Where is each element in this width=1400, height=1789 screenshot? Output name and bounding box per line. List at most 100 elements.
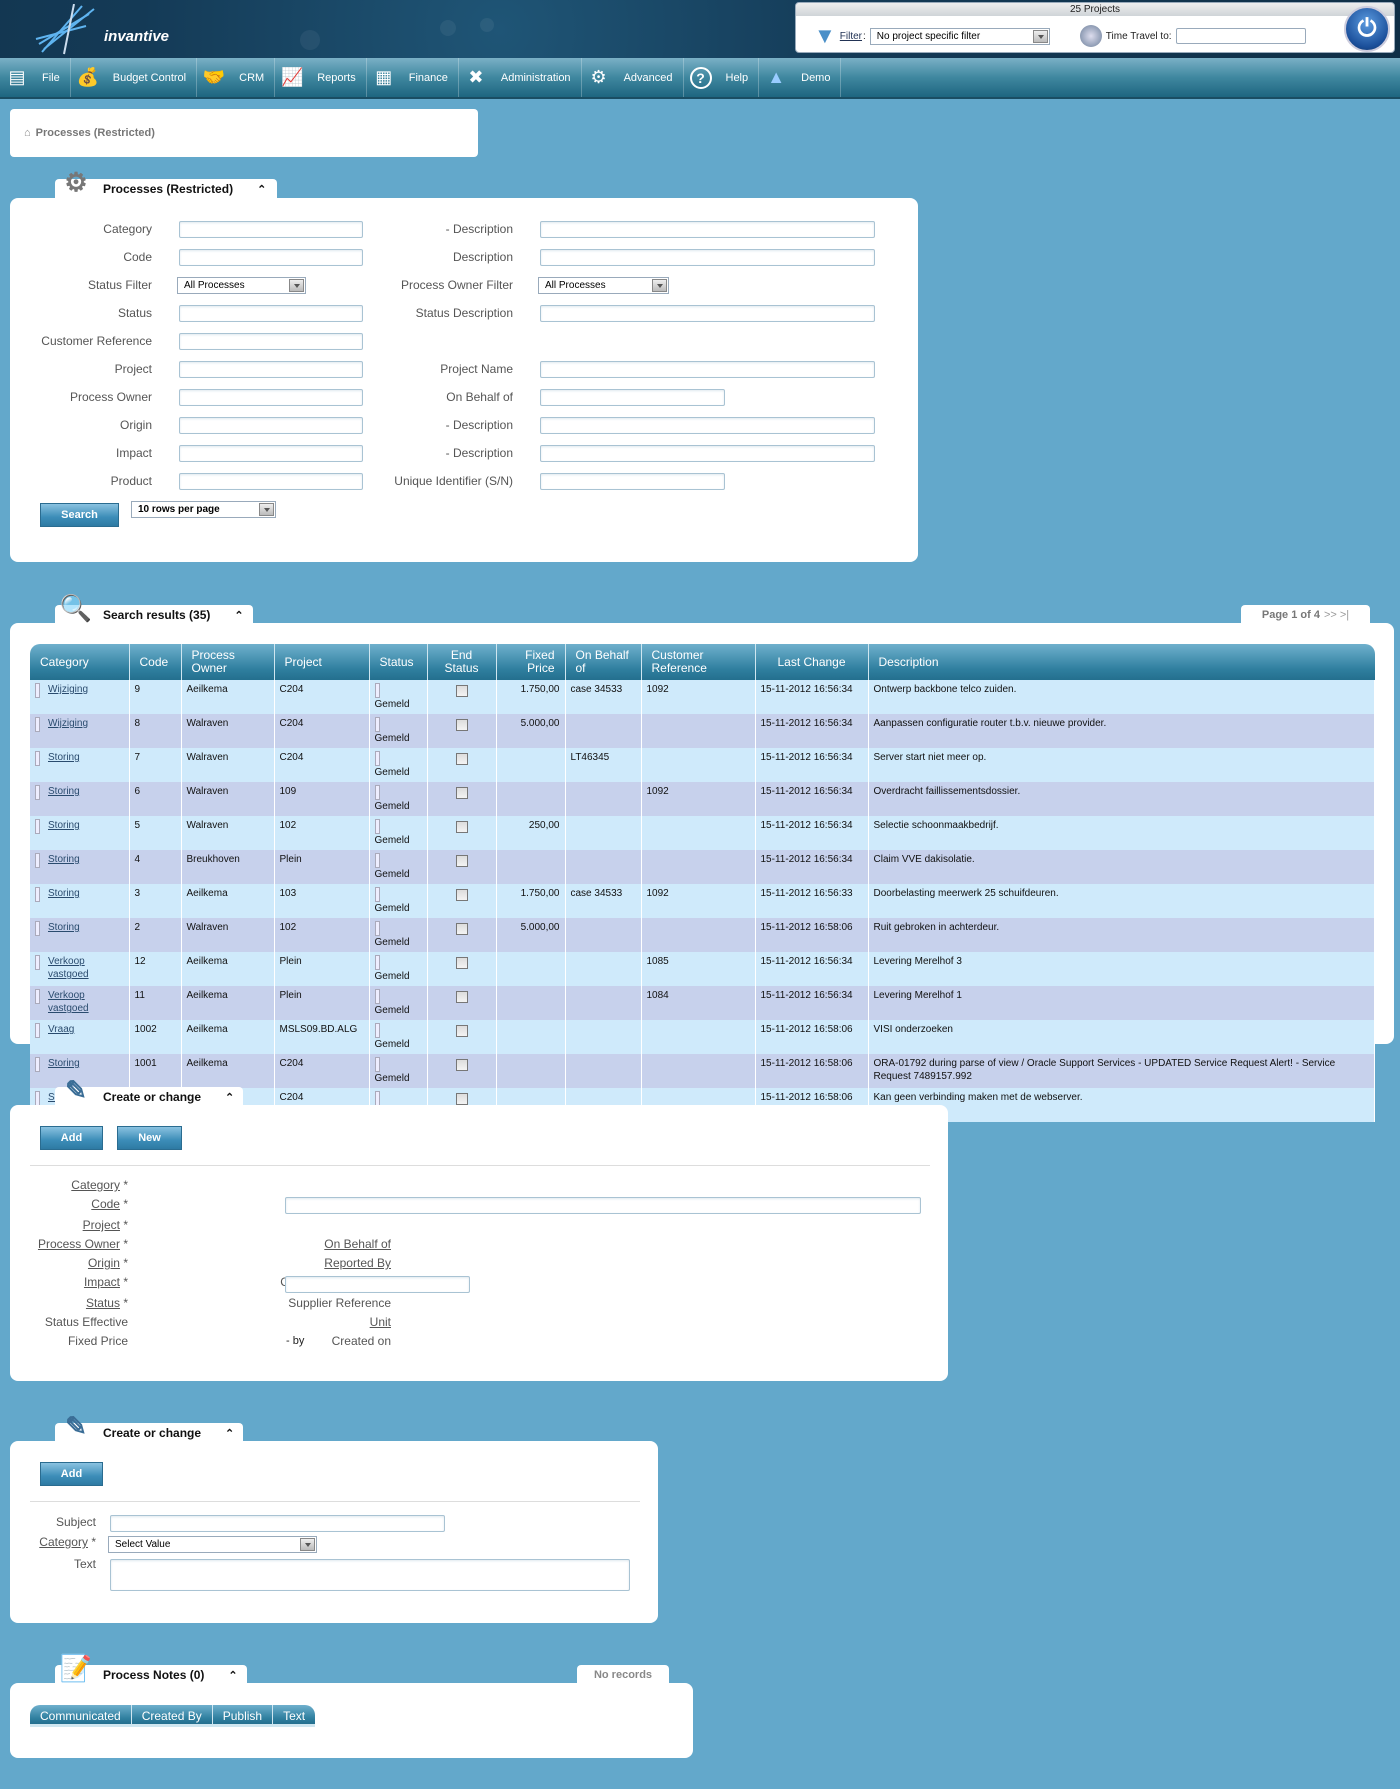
label-status-link[interactable]: Status * <box>10 1296 128 1310</box>
category-link[interactable]: Storing <box>48 1057 98 1070</box>
status-input[interactable] <box>179 305 363 322</box>
end-status-checkbox[interactable] <box>455 719 468 731</box>
column-publish[interactable]: Publish <box>213 1705 274 1724</box>
table-row[interactable]: Verkoop vastgoed 11 Aeilkema Plein Gemeld 108… <box>30 986 1375 1020</box>
category-link[interactable]: Storing <box>48 921 98 934</box>
status-marker[interactable] <box>374 921 380 936</box>
column-process-owner[interactable]: Process Owner <box>181 644 275 680</box>
project-filter-select[interactable]: No project specific filter <box>869 27 1050 45</box>
description-input[interactable] <box>540 249 875 266</box>
column-created-by[interactable]: Created By <box>132 1705 213 1724</box>
project-name-input[interactable] <box>540 361 875 378</box>
pager-next-links[interactable]: >> >| <box>1324 609 1349 621</box>
column-project[interactable]: Project <box>274 644 370 680</box>
menu-advanced[interactable]: ⚙ Advanced <box>582 58 684 97</box>
column-last-change[interactable]: Last Change <box>755 644 869 680</box>
status-marker[interactable] <box>374 751 380 766</box>
invantive-logo[interactable]: invantive <box>34 3 169 56</box>
collapse-icon[interactable]: ⌃ <box>225 1091 234 1104</box>
row-marker[interactable] <box>35 819 40 834</box>
rows-per-page-select[interactable]: 10 rows per page <box>131 501 276 518</box>
label-project-link[interactable]: Project * <box>10 1218 128 1232</box>
end-status-checkbox[interactable] <box>455 1025 468 1037</box>
impact-input[interactable] <box>179 445 363 462</box>
collapse-icon[interactable]: ⌃ <box>225 1427 234 1440</box>
end-status-checkbox[interactable] <box>455 855 468 867</box>
project-link[interactable]: Project <box>83 1218 120 1232</box>
label-category-link[interactable]: Category * <box>10 1178 128 1192</box>
table-row[interactable]: Wijziging 9 Aeilkema C204 Gemeld 1.750,00 case… <box>30 680 1375 714</box>
menu-file[interactable]: ▤ File <box>0 58 71 97</box>
table-row[interactable]: Storing 3 Aeilkema 103 Gemeld 1.750,00 case 34… <box>30 884 1375 918</box>
origin-link[interactable]: Origin <box>88 1256 120 1270</box>
end-status-checkbox[interactable] <box>455 957 468 969</box>
search-button[interactable]: Search <box>40 503 119 527</box>
table-row[interactable]: Verkoop vastgoed 12 Aeilkema Plein Gemeld 108… <box>30 952 1375 986</box>
column-customer-reference[interactable]: Customer Reference <box>641 644 756 680</box>
customer-reference-field[interactable] <box>285 1276 470 1293</box>
label-code-link[interactable]: Code * <box>10 1197 128 1211</box>
collapse-icon[interactable]: ⌃ <box>257 183 266 196</box>
table-row[interactable]: Vraag 1002 Aeilkema MSLS09.BD.ALG Gemeld 15-1… <box>30 1020 1375 1054</box>
menu-help[interactable]: ? Help <box>684 58 760 97</box>
table-row[interactable]: Storing 5 Walraven 102 Gemeld 250,00 15-11-201… <box>30 816 1375 850</box>
table-row[interactable]: Storing 6 Walraven 109 Gemeld 1092 15-11-2012 … <box>30 782 1375 816</box>
filter-link[interactable]: Filter <box>840 31 862 42</box>
product-input[interactable] <box>179 473 363 490</box>
row-marker[interactable] <box>35 751 40 766</box>
impact-description-input[interactable] <box>540 445 875 462</box>
menu-budget-control[interactable]: 💰 Budget Control <box>71 58 198 97</box>
status-link[interactable]: Status <box>86 1296 120 1310</box>
row-marker[interactable] <box>35 853 40 868</box>
column-status[interactable]: Status <box>369 644 428 680</box>
origin-description-input[interactable] <box>540 417 875 434</box>
status-marker[interactable] <box>374 1091 380 1106</box>
menu-administration[interactable]: ✖ Administration <box>459 58 582 97</box>
label-reported-by[interactable]: Reported By <box>130 1256 391 1270</box>
label-unit[interactable]: Unit <box>130 1315 391 1329</box>
status-marker[interactable] <box>374 853 380 868</box>
status-marker[interactable] <box>374 989 380 1004</box>
status-marker[interactable] <box>374 1057 380 1072</box>
end-status-checkbox[interactable] <box>455 787 468 799</box>
table-row[interactable]: Storing 2 Walraven 102 Gemeld 5.000,00 15-11-2… <box>30 918 1375 952</box>
end-status-checkbox[interactable] <box>455 889 468 901</box>
on-behalf-of-input[interactable] <box>540 389 725 406</box>
label-origin-link[interactable]: Origin * <box>10 1256 128 1270</box>
category-link[interactable]: Storing <box>48 751 98 764</box>
end-status-checkbox[interactable] <box>455 685 468 697</box>
status-marker[interactable] <box>374 785 380 800</box>
end-status-checkbox[interactable] <box>455 1093 468 1105</box>
on-behalf-of-link[interactable]: On Behalf of <box>324 1237 391 1251</box>
row-marker[interactable] <box>35 921 40 936</box>
customer-reference-input[interactable] <box>179 333 363 350</box>
column-on-behalf-of[interactable]: On Behalf of <box>565 644 642 680</box>
table-row[interactable]: Storing 1001 Aeilkema C204 Gemeld 15-11-2012 … <box>30 1054 1375 1088</box>
status-marker[interactable] <box>374 717 380 732</box>
collapse-icon[interactable]: ⌃ <box>234 609 243 622</box>
subject-input[interactable] <box>110 1515 445 1532</box>
row-marker[interactable] <box>35 1091 40 1106</box>
category-link[interactable]: Storing <box>48 887 98 900</box>
end-status-checkbox[interactable] <box>455 821 468 833</box>
category-link[interactable]: Storing <box>48 819 98 832</box>
code-link[interactable]: Code <box>91 1197 120 1211</box>
home-icon[interactable]: ⌂ <box>24 127 31 139</box>
code-input[interactable] <box>179 249 363 266</box>
menu-finance[interactable]: ▦ Finance <box>367 58 459 97</box>
column-description[interactable]: Description <box>868 644 1375 680</box>
label-impact-link[interactable]: Impact * <box>10 1275 128 1289</box>
origin-input[interactable] <box>179 417 363 434</box>
row-marker[interactable] <box>35 989 40 1004</box>
project-input[interactable] <box>179 361 363 378</box>
end-status-checkbox[interactable] <box>455 1059 468 1071</box>
unit-link[interactable]: Unit <box>370 1315 391 1329</box>
collapse-icon[interactable]: ⌃ <box>228 1669 237 1682</box>
reported-by-link[interactable]: Reported By <box>324 1256 391 1270</box>
category-link[interactable]: Storing <box>48 785 98 798</box>
note-category-select[interactable]: Select Value <box>108 1536 317 1553</box>
status-marker[interactable] <box>374 1023 380 1038</box>
end-status-checkbox[interactable] <box>455 991 468 1003</box>
row-marker[interactable] <box>35 717 40 732</box>
category-link[interactable]: Category <box>71 1178 120 1192</box>
